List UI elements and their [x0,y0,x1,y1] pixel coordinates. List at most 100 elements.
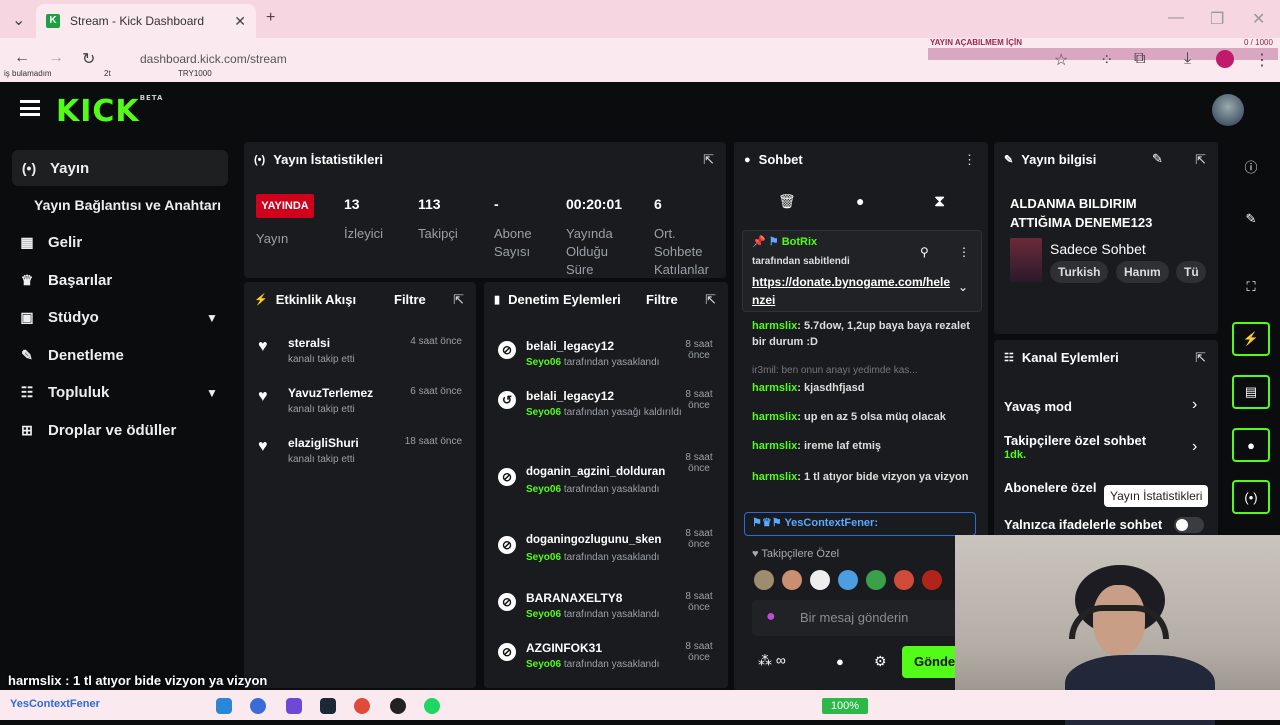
sidebar-item-studyo[interactable]: ▣ Stüdyo ▼ [16,309,236,326]
window-close-icon[interactable]: ✕ [1252,9,1265,29]
popout-icon[interactable]: ⇱ [453,292,464,308]
tab-list-icon[interactable]: ⌄ [12,10,25,30]
hamburger-menu-icon[interactable] [20,100,40,116]
tag-truncated[interactable]: Tü [1176,261,1206,283]
lightning-icon[interactable]: ⚡ [1232,322,1270,356]
kick-logo[interactable]: KICKBETA [56,94,163,129]
tag-hanim[interactable]: Hanım [1116,261,1169,283]
discord-icon[interactable] [286,698,302,714]
sidebar-item-denetleme[interactable]: ✎ Denetleme [16,347,124,364]
close-tab-icon[interactable]: ✕ [234,13,246,30]
sidebar-item-yayin[interactable]: (•) Yayın [12,150,228,186]
chevron-down-icon[interactable]: ⌄ [958,280,968,294]
spotify-icon[interactable] [424,698,440,714]
browser-tab[interactable]: K Stream - Kick Dashboard ✕ [36,4,256,38]
send-button[interactable]: Gönder [902,646,962,678]
activity-filter-button[interactable]: Filtre [394,292,426,307]
extensions-icon[interactable]: ⁘ [1100,50,1113,70]
edit-icon[interactable]: ✎ [1152,151,1163,167]
minimize-icon[interactable]: — [1168,9,1184,27]
taskbar-overlay-name: YesContextFener [10,698,100,710]
edit-icon[interactable]: ✎ [1232,202,1270,236]
moderation-filter-button[interactable]: Filtre [646,292,678,307]
emote-1[interactable] [754,570,774,590]
pin-icon[interactable]: ⚲ [920,245,929,259]
steam-icon[interactable] [320,698,336,714]
sidebar-item-droplar[interactable]: ⊞ Droplar ve ödüller [16,422,176,439]
emote-7[interactable] [922,570,942,590]
pinned-options-icon[interactable]: ⋮ [958,245,970,259]
more-options-icon[interactable]: ⋮ [963,152,976,168]
avg-chatters-value: 6 [654,196,662,212]
profile-icon[interactable] [1216,50,1234,68]
emote-5[interactable] [866,570,886,590]
obs-icon[interactable] [390,698,406,714]
pinned-user: 📌 ⚑ BotRix [752,236,818,248]
popout-icon[interactable]: ⇱ [1195,152,1206,168]
category-thumbnail[interactable] [1010,238,1042,282]
url-field[interactable]: dashboard.kick.com/stream [140,48,920,70]
users-icon: ☷ [1004,352,1014,364]
star-icon[interactable]: ☆ [1054,50,1068,70]
back-icon[interactable]: ← [14,49,30,67]
tag-turkish[interactable]: Turkish [1050,261,1109,283]
chat-settings-icon[interactable]: ● [856,193,864,209]
forward-icon[interactable]: → [48,49,64,67]
live-label: Yayın [256,231,289,246]
emote-3[interactable] [810,570,830,590]
sidebar-item-gelir[interactable]: ▦ Gelir [16,234,82,251]
popout-icon[interactable]: ⇱ [703,152,714,168]
followers-only-label[interactable]: Takipçilere özel sohbet [1004,433,1146,448]
chevron-right-icon[interactable]: › [1192,438,1197,456]
emotes-only-toggle[interactable] [1174,517,1204,533]
emote-2[interactable] [782,570,802,590]
microphone-icon[interactable]: ● [766,608,776,626]
menu-dots-icon[interactable]: ⋮ [1254,50,1270,70]
new-tab-icon[interactable]: + [266,9,275,27]
points-icon[interactable]: ⁂ ∞ [758,652,786,669]
edge-icon[interactable] [250,698,266,714]
pinned-link[interactable]: https://donate.bynogame.com/helenzei [752,273,952,309]
maximize-icon[interactable]: ❐ [1210,9,1224,29]
avatar[interactable] [1212,94,1244,126]
wrench-icon: ✎ [1004,154,1014,166]
bookmark-2[interactable]: 2t [104,69,111,78]
chat-bubble-icon[interactable]: ● [1232,428,1270,462]
popout-icon[interactable]: ⇱ [705,292,716,308]
sidebar-item-topluluk[interactable]: ☷ Topluluk ▼ [16,384,236,401]
chat-message: harmslix: 5.7dow, 1,2up baya baya rezale… [752,320,970,348]
broadcast-icon[interactable]: (•) [1232,480,1270,514]
trash-icon[interactable]: 🗑 [778,193,796,210]
kick-header [0,82,1280,140]
popout-icon[interactable]: ⇱ [1195,350,1206,366]
info-icon[interactable]: ⓘ [1232,149,1270,183]
category-name[interactable]: Sadece Sohbet [1050,241,1146,257]
slow-mode-label[interactable]: Yavaş mod [1004,399,1072,414]
chevron-right-icon[interactable]: › [1192,396,1197,414]
collections-icon[interactable]: ⧉ [1134,50,1145,68]
moderation-panel-title: ▮ Denetim Eylemleri [494,292,621,307]
subs-only-label[interactable]: Abonelere özel [1004,480,1096,495]
bookmark-3[interactable]: TRY1000 [178,69,212,78]
ban-icon: ⊘ [498,468,516,486]
emote-4[interactable] [838,570,858,590]
emote-6[interactable] [894,570,914,590]
fullscreen-icon[interactable]: ⛶ [1232,270,1270,304]
download-icon[interactable]: ⤓ [1184,50,1191,68]
ban-icon: ⊘ [498,593,516,611]
stream-info-title: ✎ Yayın bilgisi [1004,152,1097,167]
hourglass-icon[interactable]: ⧗ [934,193,945,211]
bookmark-1[interactable]: iş bulamadım [4,69,52,78]
sidebar-item-stream-key[interactable]: Yayın Bağlantısı ve Anahtarı [34,197,221,213]
gear-icon[interactable]: ⚙ [874,653,887,670]
reload-icon[interactable]: ↻ [82,49,95,69]
emotes-only-label[interactable]: Yalnızca ifadelerle sohbet [1004,517,1162,532]
document-icon[interactable]: ▤ [1232,375,1270,409]
battery-indicator[interactable]: 100% [822,698,868,714]
sidebar-item-basarilar[interactable]: ♛ Başarılar [16,272,113,289]
undo-icon: ↺ [498,391,516,409]
mail-icon[interactable] [216,698,232,714]
pinned-by: tarafından sabitlendi [752,256,850,267]
chat-bubble-icon[interactable]: ● [836,654,844,669]
chrome-icon[interactable] [354,698,370,714]
